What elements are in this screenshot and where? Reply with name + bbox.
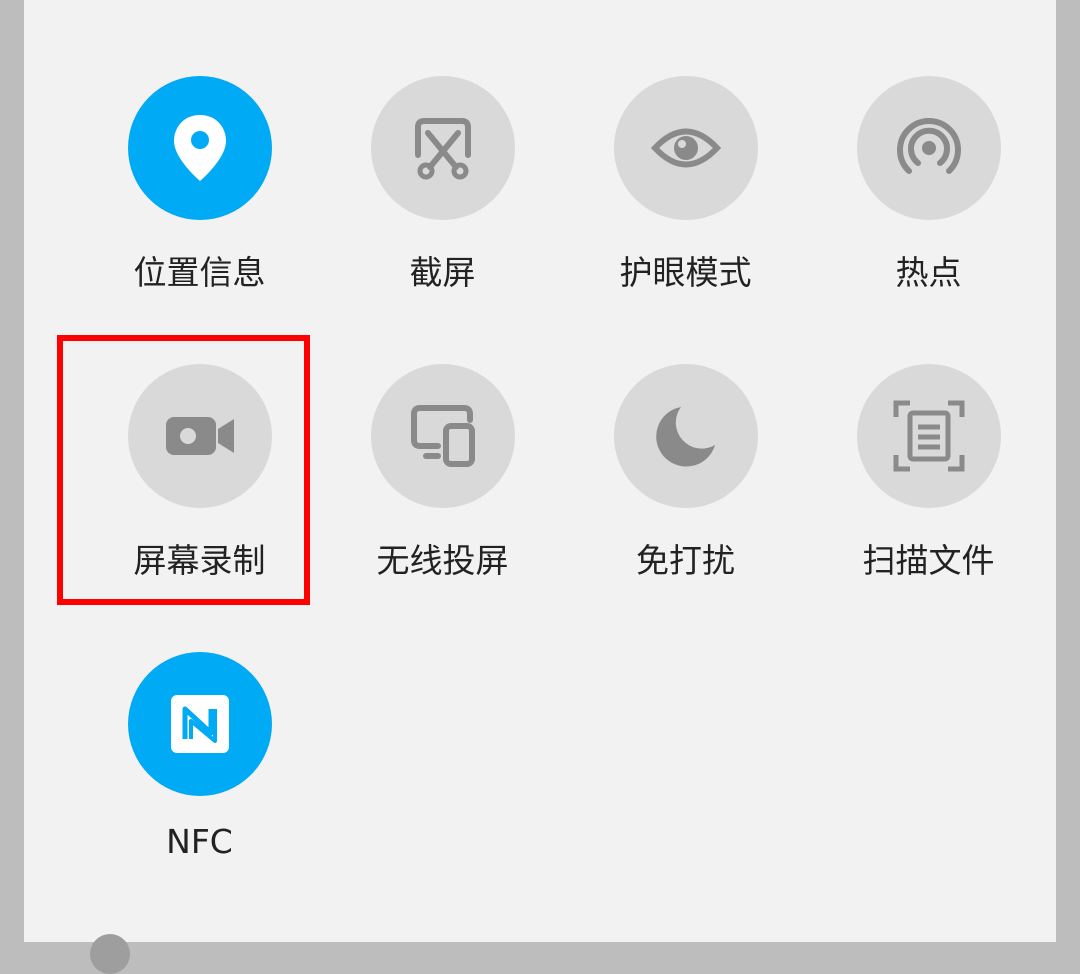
location-toggle[interactable] xyxy=(127,76,272,220)
tile-screen-record[interactable]: 屏幕录制 xyxy=(78,364,321,614)
moon-icon xyxy=(655,407,715,467)
wireless-projection-icon xyxy=(410,405,475,467)
screenshot-toggle[interactable] xyxy=(370,76,515,220)
tile-scan-document[interactable]: 扫描文件 xyxy=(807,364,1050,614)
screen-record-toggle[interactable] xyxy=(127,364,272,508)
do-not-disturb-toggle[interactable] xyxy=(613,364,758,508)
nfc-icon xyxy=(170,695,229,753)
tile-label: 位置信息 xyxy=(133,253,266,292)
tile-label: 屏幕录制 xyxy=(133,541,266,580)
wireless-projection-toggle[interactable] xyxy=(370,364,515,508)
tile-label: 免打扰 xyxy=(636,541,735,580)
tile-label: 无线投屏 xyxy=(376,541,509,580)
scan-document-toggle[interactable] xyxy=(856,364,1001,508)
tile-wireless-projection[interactable]: 无线投屏 xyxy=(321,364,564,614)
eye-icon xyxy=(650,128,721,168)
nfc-toggle[interactable] xyxy=(127,652,272,796)
hotspot-toggle[interactable] xyxy=(856,76,1001,220)
tile-eye-comfort[interactable]: 护眼模式 xyxy=(564,76,807,326)
tile-screenshot[interactable]: 截屏 xyxy=(321,76,564,326)
tile-label: NFC xyxy=(166,822,233,861)
tile-do-not-disturb[interactable]: 免打扰 xyxy=(564,364,807,614)
screenshot-icon xyxy=(414,118,471,180)
tile-label: 热点 xyxy=(895,253,962,292)
location-pin-icon xyxy=(173,115,226,181)
tile-label: 护眼模式 xyxy=(619,253,752,292)
partial-icon xyxy=(90,934,130,974)
tile-location[interactable]: 位置信息 xyxy=(78,76,321,326)
tile-nfc[interactable]: NFC xyxy=(78,652,321,902)
scan-document-icon xyxy=(893,400,964,472)
screen-record-icon xyxy=(165,417,234,455)
quick-settings-panel: 位置信息 截屏 护眼模式 热点 屏幕录制 无线投屏 免打扰 扫描文件 NFC xyxy=(24,0,1056,942)
hotspot-icon xyxy=(896,118,961,174)
tile-label: 截屏 xyxy=(409,253,476,292)
tile-hotspot[interactable]: 热点 xyxy=(807,76,1050,326)
eye-comfort-toggle[interactable] xyxy=(613,76,758,220)
tile-label: 扫描文件 xyxy=(862,541,995,580)
